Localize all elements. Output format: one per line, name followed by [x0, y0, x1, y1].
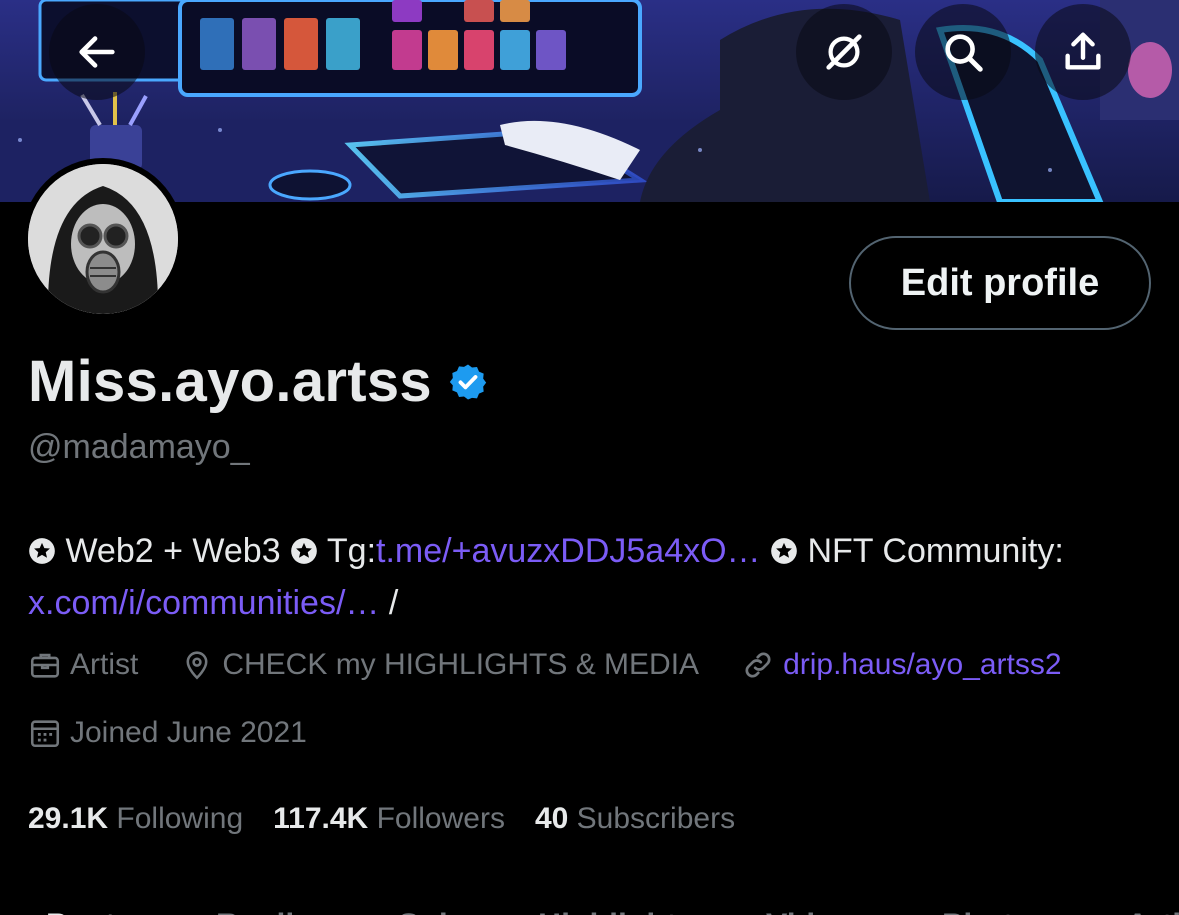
search-icon	[945, 34, 983, 72]
bio-text-web: Web2 + Web3	[65, 532, 281, 570]
following-label: Following	[116, 802, 244, 835]
avatar[interactable]	[22, 158, 184, 320]
star-icon	[771, 538, 797, 564]
followers-stat[interactable]: 117.4K Followers	[273, 802, 505, 836]
profession-label: Artist	[70, 648, 139, 681]
website-link[interactable]: drip.haus/ayo_artss2	[783, 648, 1062, 682]
location-label: CHECK my HIGHLIGHTS & MEDIA	[222, 648, 700, 681]
search-button[interactable]	[915, 4, 1011, 100]
back-arrow-icon	[79, 36, 115, 68]
back-button[interactable]	[49, 4, 145, 100]
tab-articles[interactable]: Articles	[1126, 907, 1179, 915]
briefcase-icon	[30, 653, 60, 678]
joined-item: Joined June 2021	[28, 716, 307, 750]
subscribers-stat[interactable]: 40 Subscribers	[535, 802, 735, 836]
bio-link-community[interactable]: x.com/i/communities/…	[28, 584, 379, 622]
display-name: Miss.ayo.artss	[28, 349, 432, 414]
profile-meta: Artist CHECK my HIGHLIGHTS & MEDIA drip.…	[28, 648, 1104, 682]
tab-replies[interactable]: Replies	[216, 907, 330, 915]
followers-label: Followers	[376, 802, 505, 835]
profile-tabs: Posts Replies Subs Highlights Videos Pho…	[0, 895, 1179, 915]
avatar-image	[28, 164, 178, 314]
handle: @madamayo_	[28, 428, 250, 466]
star-icon	[29, 538, 55, 564]
joined-row: Joined June 2021	[28, 716, 349, 750]
bio-text-tg: Tg:	[326, 532, 377, 570]
location-pin-icon	[186, 651, 208, 680]
star-icon	[291, 538, 317, 564]
tab-highlights[interactable]: Highlights	[538, 907, 694, 915]
tab-posts[interactable]: Posts	[46, 907, 133, 915]
calendar-icon	[30, 720, 60, 748]
subscribers-label: Subscribers	[576, 802, 736, 835]
bio-text-slash: /	[388, 584, 399, 622]
location-item: CHECK my HIGHLIGHTS & MEDIA	[180, 648, 699, 682]
verified-badge-icon[interactable]	[448, 362, 488, 402]
bio-link-telegram[interactable]: t.me/+avuzxDDJ5a4xO…	[376, 532, 761, 570]
website-item[interactable]: drip.haus/ayo_artss2	[741, 648, 1062, 682]
edit-profile-button[interactable]: Edit profile	[849, 236, 1151, 330]
share-button[interactable]	[1035, 4, 1131, 100]
link-icon	[745, 652, 771, 678]
grok-button[interactable]	[796, 4, 892, 100]
joined-label: Joined June 2021	[70, 716, 307, 749]
grok-icon	[826, 34, 862, 70]
following-stat[interactable]: 29.1K Following	[28, 802, 243, 836]
following-count: 29.1K	[28, 802, 109, 835]
tab-photos[interactable]: Photos	[942, 907, 1050, 915]
follow-stats: 29.1K Following 117.4K Followers 40 Subs…	[28, 802, 765, 836]
tab-subs[interactable]: Subs	[398, 907, 476, 915]
bio-text-community: NFT Community:	[807, 532, 1064, 570]
followers-count: 117.4K	[273, 802, 369, 835]
bio: Web2 + Web3 Tg:t.me/+avuzxDDJ5a4xO… NFT …	[28, 525, 1148, 629]
share-icon	[1065, 32, 1101, 70]
subscribers-count: 40	[534, 802, 569, 835]
tab-videos[interactable]: Videos	[766, 907, 870, 915]
name-row: Miss.ayo.artss	[28, 348, 488, 415]
profile-banner[interactable]	[0, 0, 1179, 202]
profession-item: Artist	[28, 648, 138, 682]
